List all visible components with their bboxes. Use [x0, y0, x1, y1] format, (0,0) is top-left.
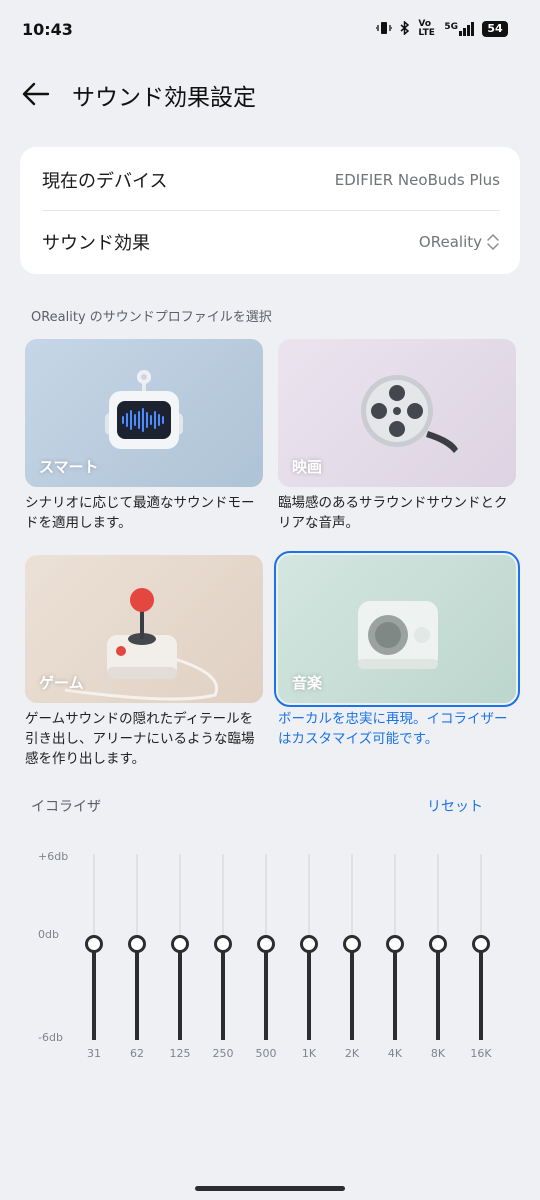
eq-knob[interactable] — [171, 935, 189, 953]
eq-band-62[interactable]: 62 — [125, 854, 149, 1064]
eq-fill — [479, 944, 483, 1040]
profile-tile-game[interactable]: ゲーム ゲームサウンドの隠れたディテールを引き出し、アリーナにいるような臨場感を… — [25, 555, 263, 769]
status-bar: 10:43 Vo LTE 5G 54 — [0, 0, 540, 60]
chevron-up-down-icon — [487, 234, 499, 250]
eq-fill — [221, 944, 225, 1040]
eq-freq-label: 16K — [470, 1047, 492, 1060]
eq-band-500[interactable]: 500 — [254, 854, 278, 1064]
eq-fill — [350, 944, 354, 1040]
profile-desc-smart: シナリオに応じて最適なサウンドモードを適用します。 — [25, 495, 255, 531]
eq-band-8K[interactable]: 8K — [426, 854, 450, 1064]
profile-tile-movie[interactable]: 映画 臨場感のあるサラウンドサウンドとクリアな音声。 — [278, 339, 516, 533]
page-title: サウンド効果設定 — [72, 85, 256, 111]
battery-icon: 54 — [482, 21, 508, 37]
current-device-value: EDIFIER NeoBuds Plus — [334, 171, 500, 189]
volte-badge: Vo LTE — [418, 19, 435, 38]
current-device-row: 現在のデバイス EDIFIER NeoBuds Plus — [42, 149, 500, 211]
eq-knob[interactable] — [386, 935, 404, 953]
eq-band-1K[interactable]: 1K — [297, 854, 321, 1064]
eq-scale-max: +6db — [38, 850, 69, 863]
profile-name-game: ゲーム — [39, 674, 84, 692]
device-card: 現在のデバイス EDIFIER NeoBuds Plus サウンド効果 ORea… — [20, 147, 520, 274]
eq-freq-label: 31 — [87, 1047, 101, 1060]
eq-knob[interactable] — [429, 935, 447, 953]
film-reel-image: 映画 — [278, 339, 516, 487]
eq-band-4K[interactable]: 4K — [383, 854, 407, 1064]
eq-knob[interactable] — [257, 935, 275, 953]
sound-effect-value: OReality — [418, 233, 482, 251]
eq-fill — [436, 944, 440, 1040]
eq-fill — [393, 944, 397, 1040]
eq-freq-label: 4K — [387, 1047, 403, 1060]
eq-scale-mid: 0db — [38, 928, 59, 941]
profile-name-smart: スマート — [39, 458, 99, 476]
status-time: 10:43 — [22, 20, 73, 39]
eq-knob[interactable] — [300, 935, 318, 953]
eq-freq-label: 125 — [169, 1047, 191, 1060]
eq-band-250[interactable]: 250 — [211, 854, 235, 1064]
eq-fill — [92, 944, 96, 1040]
profile-tile-smart[interactable]: スマート シナリオに応じて最適なサウンドモードを適用します。 — [25, 339, 263, 533]
network-type: 5G — [444, 22, 458, 32]
bluetooth-icon — [400, 19, 410, 38]
home-indicator[interactable] — [195, 1186, 345, 1191]
profile-section-label: OReality のサウンドプロファイルを選択 — [31, 310, 272, 325]
speaker-image: 音楽 — [274, 551, 520, 707]
arrow-left-icon — [22, 82, 50, 106]
eq-freq-label: 8K — [430, 1047, 446, 1060]
vibrate-icon — [375, 21, 393, 38]
back-button[interactable] — [20, 78, 52, 110]
joystick-image: ゲーム — [25, 555, 263, 703]
app-header: サウンド効果設定 — [0, 70, 540, 118]
eq-scale-min: -6db — [38, 1031, 63, 1044]
eq-fill — [135, 944, 139, 1040]
profile-name-music: 音楽 — [292, 674, 323, 692]
profile-desc-music: ボーカルを忠実に再現。イコライザーはカスタマイズ可能です。 — [278, 711, 508, 747]
current-device-label: 現在のデバイス — [42, 171, 168, 192]
profile-name-movie: 映画 — [292, 458, 323, 476]
sound-effect-row[interactable]: サウンド効果 OReality — [42, 211, 500, 273]
profile-desc-game: ゲームサウンドの隠れたディテールを引き出し、アリーナにいるような臨場感を作り出し… — [25, 711, 255, 767]
signal-icon — [459, 22, 474, 36]
sound-effect-select[interactable]: OReality — [419, 232, 500, 252]
sound-effect-label: サウンド効果 — [42, 233, 150, 254]
eq-freq-label: 250 — [212, 1047, 234, 1060]
eq-fill — [307, 944, 311, 1040]
eq-band-125[interactable]: 125 — [168, 854, 192, 1064]
equalizer-label: イコライザ — [31, 799, 101, 815]
eq-knob[interactable] — [128, 935, 146, 953]
eq-knob[interactable] — [214, 935, 232, 953]
eq-band-31[interactable]: 31 — [82, 854, 106, 1064]
eq-fill — [264, 944, 268, 1040]
eq-band-2K[interactable]: 2K — [340, 854, 364, 1064]
profile-tile-music[interactable]: 音楽 ボーカルを忠実に再現。イコライザーはカスタマイズ可能です。 — [274, 551, 520, 749]
eq-freq-label: 500 — [255, 1047, 277, 1060]
profile-desc-movie: 臨場感のあるサラウンドサウンドとクリアな音声。 — [278, 495, 508, 531]
eq-knob[interactable] — [343, 935, 361, 953]
eq-band-16K[interactable]: 16K — [469, 854, 493, 1064]
eq-knob[interactable] — [85, 935, 103, 953]
eq-freq-label: 62 — [130, 1047, 144, 1060]
signal-5g: 5G — [444, 22, 474, 36]
eq-fill — [178, 944, 182, 1040]
status-icons: Vo LTE 5G 54 — [375, 19, 508, 38]
eq-knob[interactable] — [472, 935, 490, 953]
smart-robot-image: スマート — [25, 339, 263, 487]
eq-freq-label: 1K — [301, 1047, 317, 1060]
equalizer-reset-button[interactable]: リセット — [427, 796, 483, 816]
eq-freq-label: 2K — [344, 1047, 360, 1060]
